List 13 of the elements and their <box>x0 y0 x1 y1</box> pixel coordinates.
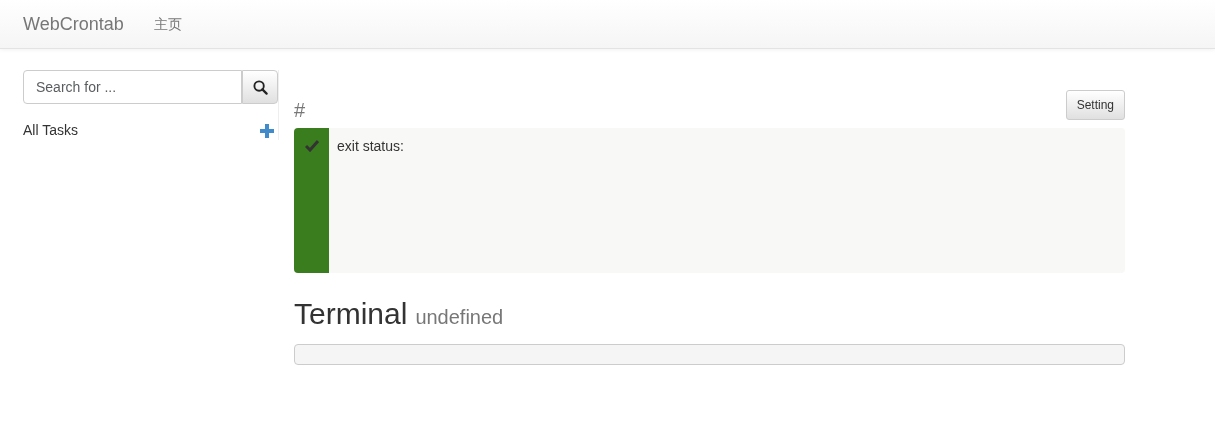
terminal-heading: Terminal <box>294 296 408 332</box>
all-tasks-link[interactable]: All Tasks <box>23 120 78 141</box>
check-icon <box>304 140 319 152</box>
search-icon <box>252 79 268 95</box>
terminal-subtitle: undefined <box>415 305 504 330</box>
nav-link[interactable]: 主页 <box>153 13 182 35</box>
exit-status-text: exit status: <box>337 137 404 156</box>
search-button[interactable] <box>242 70 278 104</box>
setting-button[interactable]: Setting <box>1065 90 1125 120</box>
brand-title[interactable]: WebCrontab <box>23 10 124 38</box>
task-title: # <box>294 100 306 120</box>
add-icon[interactable] <box>260 123 274 138</box>
search-field[interactable]: Search for ... <box>23 70 243 104</box>
